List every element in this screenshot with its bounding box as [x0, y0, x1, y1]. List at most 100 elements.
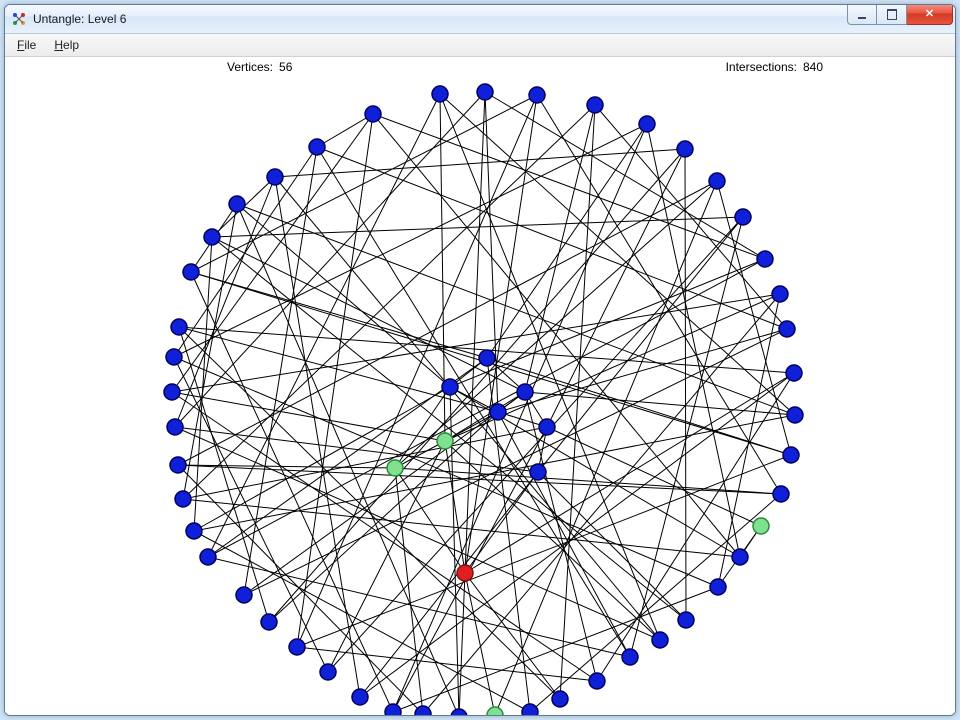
graph-vertex[interactable]: [783, 447, 799, 463]
graph-vertex[interactable]: [167, 419, 183, 435]
stats-row: Vertices: 56 Intersections: 840: [5, 57, 955, 77]
graph-edge: [538, 472, 686, 620]
maximize-button[interactable]: [877, 5, 907, 25]
graph-vertex[interactable]: [365, 106, 381, 122]
graph-vertex[interactable]: [622, 649, 638, 665]
graph-vertex[interactable]: [261, 614, 277, 630]
graph-vertex[interactable]: [487, 707, 503, 715]
graph-vertex[interactable]: [677, 141, 693, 157]
graph-vertex[interactable]: [490, 404, 506, 420]
graph-vertex[interactable]: [779, 321, 795, 337]
graph-vertex[interactable]: [236, 587, 252, 603]
graph-vertex[interactable]: [773, 486, 789, 502]
graph-svg[interactable]: [5, 77, 955, 715]
graph-vertex[interactable]: [387, 460, 403, 476]
graph-vertex[interactable]: [479, 350, 495, 366]
graph-vertex[interactable]: [166, 349, 182, 365]
graph-edge: [395, 468, 423, 714]
graph-vertex[interactable]: [522, 704, 538, 715]
graph-vertex[interactable]: [289, 639, 305, 655]
graph-edge: [630, 217, 743, 657]
graph-vertex[interactable]: [787, 407, 803, 423]
menu-bar: File Help: [5, 34, 955, 57]
graph-vertex[interactable]: [171, 319, 187, 335]
graph-vertex[interactable]: [709, 173, 725, 189]
graph-edge: [297, 647, 597, 681]
graph-vertex[interactable]: [442, 379, 458, 395]
menu-file-rest: ile: [24, 38, 36, 52]
app-icon: [11, 11, 27, 27]
close-icon: ✕: [925, 9, 934, 20]
graph-edge: [178, 465, 423, 714]
title-bar[interactable]: Untangle: Level 6 ✕: [5, 5, 955, 34]
graph-vertex[interactable]: [639, 116, 655, 132]
graph-vertex[interactable]: [552, 691, 568, 707]
menu-file[interactable]: File: [9, 36, 44, 54]
graph-edge: [395, 387, 450, 468]
graph-edge: [423, 294, 780, 714]
graph-edge: [297, 455, 791, 647]
graph-vertex[interactable]: [175, 491, 191, 507]
intersections-value: 840: [803, 60, 823, 74]
window-controls: ✕: [847, 5, 953, 33]
graph-vertex[interactable]: [204, 229, 220, 245]
graph-vertex[interactable]: [457, 565, 473, 581]
graph-edge: [595, 105, 787, 329]
graph-vertex[interactable]: [529, 87, 545, 103]
graph-edge: [269, 149, 685, 622]
graph-vertex[interactable]: [200, 549, 216, 565]
graph-edge: [547, 149, 685, 427]
graph-edge: [244, 329, 787, 595]
graph-vertex[interactable]: [432, 86, 448, 102]
graph-edge: [647, 124, 740, 557]
minimize-button[interactable]: [847, 5, 877, 25]
graph-edge: [487, 124, 647, 358]
graph-vertex[interactable]: [477, 84, 493, 100]
graph-vertex[interactable]: [589, 673, 605, 689]
maximize-icon: [887, 9, 897, 20]
graph-vertex[interactable]: [309, 139, 325, 155]
graph-vertex[interactable]: [772, 286, 788, 302]
minimize-icon: [858, 11, 866, 19]
graph-edge: [530, 494, 781, 712]
graph-edge: [172, 392, 445, 441]
graph-edge: [525, 105, 595, 392]
graph-vertices: [164, 84, 803, 715]
window-title: Untangle: Level 6: [33, 12, 126, 26]
graph-vertex[interactable]: [164, 384, 180, 400]
graph-vertex[interactable]: [352, 689, 368, 705]
menu-help[interactable]: Help: [46, 36, 87, 54]
graph-vertex[interactable]: [415, 706, 431, 715]
graph-edge: [328, 441, 445, 672]
graph-vertex[interactable]: [735, 209, 751, 225]
graph-edge: [317, 114, 373, 147]
game-canvas[interactable]: [5, 77, 955, 715]
graph-vertex[interactable]: [517, 384, 533, 400]
graph-vertex[interactable]: [786, 365, 802, 381]
intersections-label: Intersections:: [726, 60, 797, 74]
graph-vertex[interactable]: [732, 549, 748, 565]
graph-vertex[interactable]: [539, 419, 555, 435]
graph-vertex[interactable]: [451, 709, 467, 715]
graph-vertex[interactable]: [229, 196, 245, 212]
graph-vertex[interactable]: [587, 97, 603, 113]
graph-edge: [465, 573, 495, 715]
graph-vertex[interactable]: [710, 579, 726, 595]
close-button[interactable]: ✕: [907, 5, 953, 25]
graph-vertex[interactable]: [652, 632, 668, 648]
graph-vertex[interactable]: [385, 704, 401, 715]
graph-vertex[interactable]: [530, 464, 546, 480]
app-window: Untangle: Level 6 ✕ File Help Vertices: …: [4, 4, 956, 716]
graph-vertex[interactable]: [320, 664, 336, 680]
graph-edge: [174, 147, 317, 357]
graph-vertex[interactable]: [678, 612, 694, 628]
graph-vertex[interactable]: [186, 523, 202, 539]
graph-vertex[interactable]: [267, 169, 283, 185]
graph-edge: [328, 217, 743, 672]
graph-vertex[interactable]: [757, 251, 773, 267]
graph-vertex[interactable]: [183, 264, 199, 280]
vertices-label: Vertices:: [227, 60, 273, 74]
graph-vertex[interactable]: [170, 457, 186, 473]
graph-vertex[interactable]: [437, 433, 453, 449]
graph-vertex[interactable]: [753, 518, 769, 534]
